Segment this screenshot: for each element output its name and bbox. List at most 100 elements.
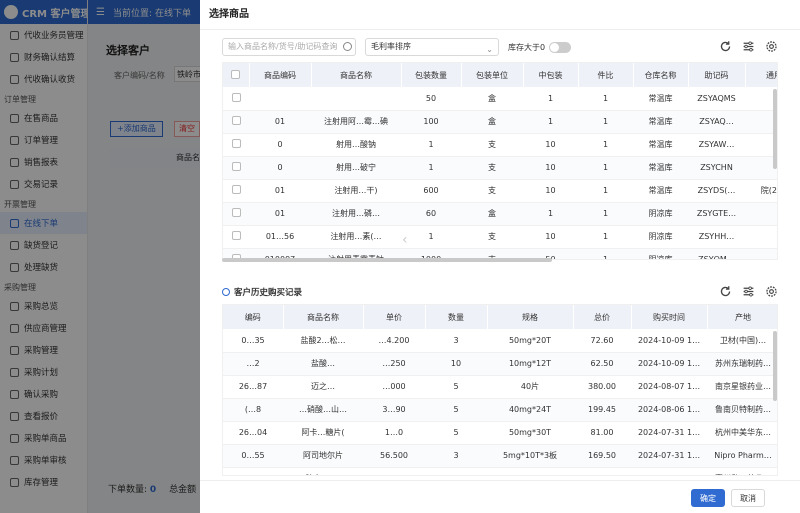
table-cell: 1 — [523, 202, 578, 226]
sort-select[interactable]: 毛利率排序 ⌄ — [365, 38, 499, 56]
table-cell: 常温库 — [633, 133, 688, 157]
row-checkbox[interactable] — [223, 225, 249, 249]
table-row[interactable]: 01注射用…干)600支101常温库ZSYDS(…院(218 — [223, 179, 777, 203]
table-row[interactable]: …2 盐酸… …250 10 10mg*12T 62.50 2024-10-09 1… 苏州东… — [223, 352, 777, 376]
row-checkbox[interactable] — [223, 133, 249, 157]
table-cell: 盒 — [461, 87, 523, 111]
product-table-scrollbar[interactable] — [773, 89, 777, 169]
table-cell: 1 — [578, 248, 633, 259]
row-checkbox[interactable] — [223, 87, 249, 111]
table-cell: 卫材(中国)… — [707, 329, 777, 353]
table-cell: 阴凉库 — [633, 248, 688, 259]
table-row[interactable]: (…8 …硝酸…山… 3…90 5 40mg*24T 199.45 2024-08-06 1… — [223, 398, 777, 422]
table-cell: 10 — [523, 156, 578, 180]
table-cell: 10mg*12T — [487, 352, 573, 376]
table-row[interactable]: 01 注射用…磷… 60 盒 1 1 阴凉库 ZSYGTE… — [223, 202, 777, 226]
history-title-text: 客户历史购买记录 — [234, 288, 303, 298]
table-cell: 10 — [523, 179, 578, 203]
select-all-checkbox[interactable] — [223, 63, 250, 87]
table-row[interactable]: 0 射用…破宁 1 支 10 1 常温库 ZSYCHN — [223, 156, 777, 180]
refresh-icon[interactable] — [719, 285, 732, 298]
table-cell: 29.6… — [363, 467, 425, 475]
column-settings-icon[interactable] — [742, 40, 755, 53]
product-table: 商品编码商品名称包装数量包装单位中包装件比仓库名称助记码通用 50盒11常温库Z… — [222, 62, 778, 260]
table-row[interactable]: 26…87 迈之… …000 5 40片 380.00 2024-08-07 1… 南京星银药… — [223, 375, 777, 399]
table-cell: 10 — [523, 225, 578, 249]
table-cell: 盒 — [461, 110, 523, 134]
chevron-down-icon: ⌄ — [486, 45, 493, 54]
product-table-hscrollbar[interactable] — [222, 258, 552, 262]
table-cell: 199.45 — [573, 398, 631, 422]
table-cell — [311, 87, 401, 111]
search-icon[interactable] — [343, 42, 352, 51]
table-cell: 600 — [401, 179, 461, 203]
table-cell: 2024-08-06 1… — [631, 398, 707, 422]
table-cell: 1 — [578, 225, 633, 249]
product-table-tools — [719, 40, 778, 53]
gear-icon[interactable] — [765, 285, 778, 298]
table-cell: 1 — [401, 133, 461, 157]
row-checkbox[interactable] — [223, 202, 249, 226]
chevron-left-icon[interactable]: ‹ — [402, 232, 408, 248]
cancel-button[interactable]: 取消 — [731, 489, 765, 507]
confirm-button[interactable]: 确定 — [691, 489, 725, 507]
table-cell: 1 — [578, 179, 633, 203]
table-cell: 1 — [578, 133, 633, 157]
table-cell: 1 — [523, 110, 578, 134]
stock-filter-label: 库存大于0 — [508, 42, 546, 52]
table-cell: 2024-08-07 1… — [631, 375, 707, 399]
table-cell: 胰岛…(… — [283, 467, 363, 475]
table-cell: 院(218 — [745, 179, 777, 203]
table-cell: 迈之… — [283, 375, 363, 399]
table-cell: 0…55 — [223, 444, 283, 468]
row-checkbox[interactable] — [223, 156, 249, 180]
row-checkbox[interactable] — [223, 110, 249, 134]
table-cell: ZSYAQ… — [688, 110, 745, 134]
column-settings-icon[interactable] — [742, 285, 755, 298]
refresh-icon[interactable] — [719, 40, 732, 53]
table-cell: 100ml — [487, 467, 573, 475]
table-cell: 2024-07-31 1… — [631, 444, 707, 468]
table-cell: 盒 — [461, 202, 523, 226]
modal-overlay[interactable] — [0, 0, 200, 513]
table-row[interactable]: 50 盒 1 1 常温库 ZSYAQMS — [223, 87, 777, 111]
history-table-scrollbar[interactable] — [773, 331, 777, 401]
table-row[interactable]: 0…35 盐酸2…松… …4.200 3 50mg*20T 72.60 2024-10-09… — [223, 329, 777, 353]
table-cell: 苏州东瑞制药… — [707, 352, 777, 376]
row-checkbox[interactable] — [223, 179, 249, 203]
table-cell: 0 — [249, 156, 311, 180]
filter-row: 输入商品名称/货号/助记码查询 毛利率排序 ⌄ 库存大于0 — [222, 38, 572, 56]
table-cell: 1 — [401, 156, 461, 180]
history-table-tools — [719, 285, 778, 298]
table-cell: …000 — [363, 375, 425, 399]
table-row[interactable]: 26…04 阿卡…糖片(1…0 5 50mg*30T 81.00 2024-07-31 1… — [223, 421, 777, 445]
history-section-title: 客户历史购买记录 — [222, 286, 302, 298]
gear-icon[interactable] — [765, 40, 778, 53]
table-row[interactable]: 01 注射用阿…霉…碘 100 盒 1 1 常温库 ZSYAQ… — [223, 110, 777, 134]
column-header: 总价 — [573, 305, 632, 329]
table-cell: 注射用…磷… — [311, 202, 401, 226]
column-header: 单价 — [363, 305, 426, 329]
table-cell: 常温库 — [633, 179, 688, 203]
toggle-knob — [550, 42, 560, 52]
table-cell: 支 — [461, 225, 523, 249]
table-cell: 26…04 — [223, 421, 283, 445]
table-cell: (…8 — [223, 398, 283, 422]
table-cell: 1 — [578, 87, 633, 111]
column-header: 包装单位 — [461, 63, 524, 87]
table-row[interactable]: 0…55 阿司地尔片 56.500 3 5mg*10T*3板 169.50 2024-07-… — [223, 444, 777, 468]
column-header: 商品名称 — [283, 305, 364, 329]
table-cell: 5 — [425, 375, 487, 399]
column-header: 件比 — [578, 63, 634, 87]
table-cell: 射用…酸钠 — [311, 133, 401, 157]
table-cell: 1 — [578, 156, 633, 180]
table-row[interactable]: 01…56 注射用…素(… 1 支 10 1 阴凉库 ZSYHH… — [223, 225, 777, 249]
table-cell: 南京星银药业… — [707, 375, 777, 399]
stock-filter-toggle[interactable] — [549, 41, 572, 53]
table-cell: 0 — [249, 133, 311, 157]
table-cell: 3 — [425, 444, 487, 468]
table-cell — [223, 467, 283, 475]
table-row[interactable]: 胰岛…(…29.6…5100ml148.002024-07-31 1…惠州健…药… — [223, 467, 777, 475]
table-row[interactable]: 0 射用…酸钠 1 支 10 1 常温库 ZSYAW… — [223, 133, 777, 157]
product-search-input[interactable]: 输入商品名称/货号/助记码查询 — [222, 38, 356, 56]
